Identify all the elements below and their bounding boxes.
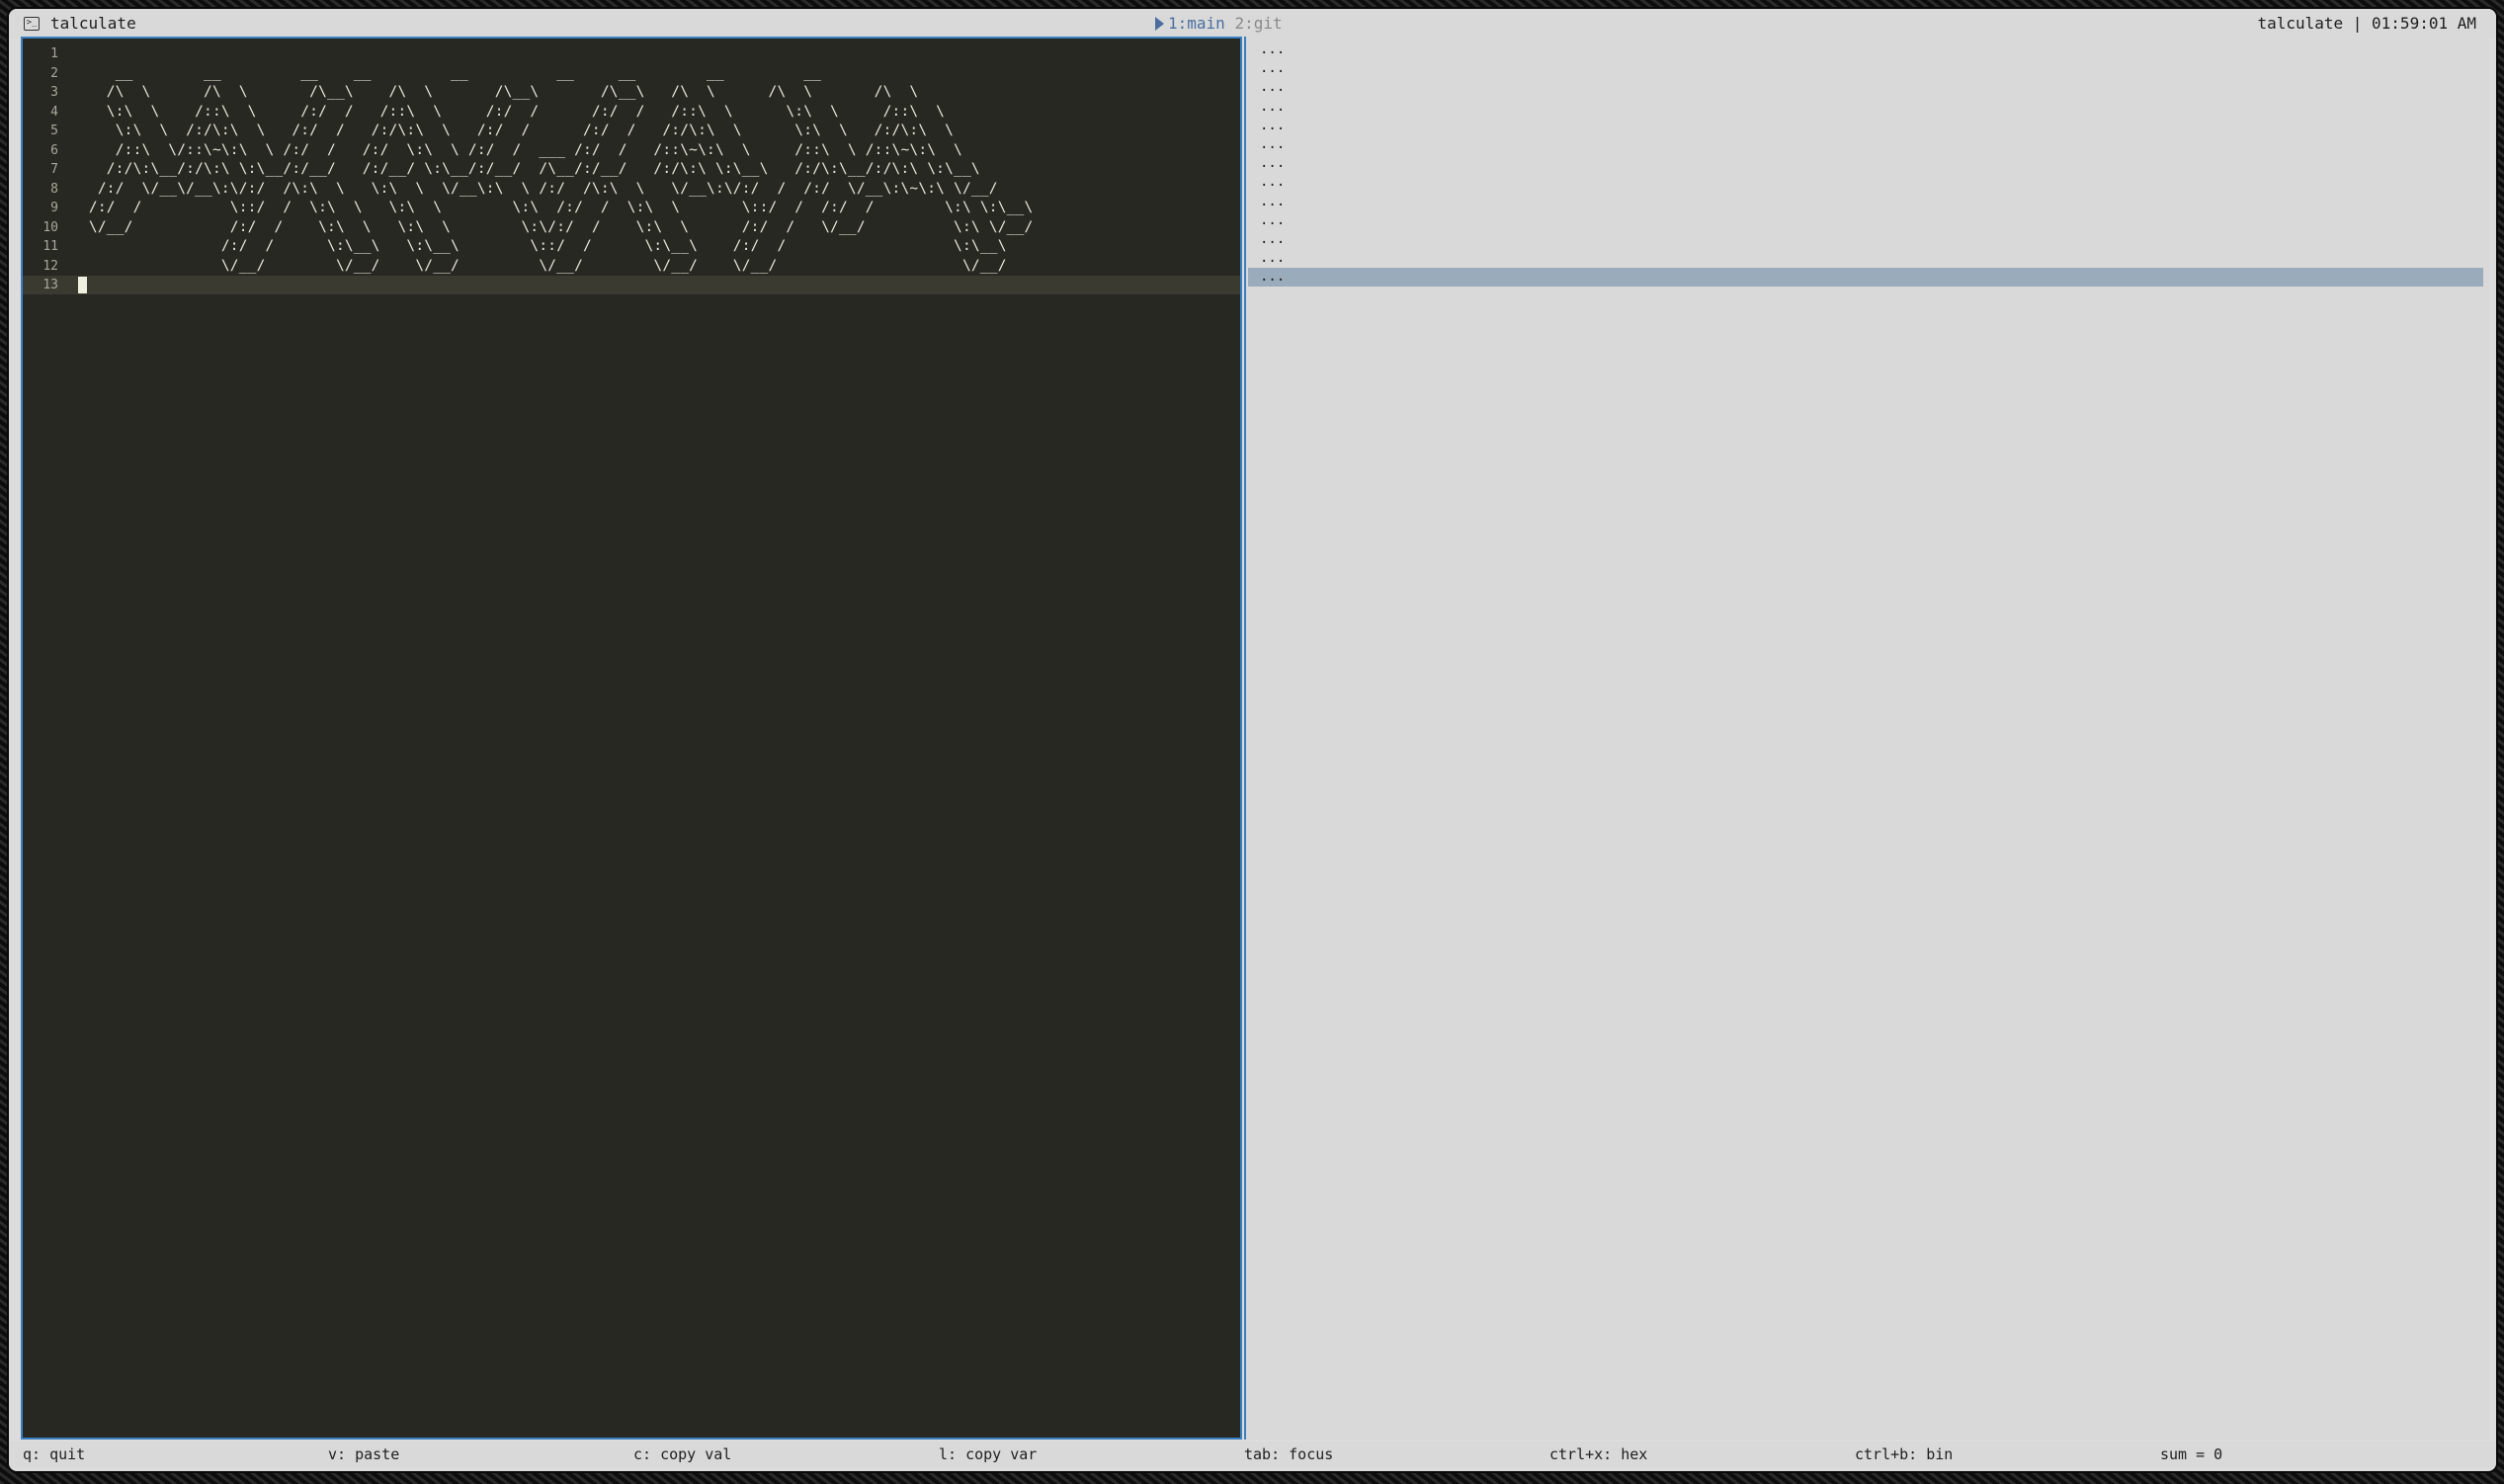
- editor-line[interactable]: 12 \/__/ \/__/ \/__/ \/__/ \/__/ \/__/ \…: [23, 257, 1240, 276]
- line-text: /::\ \/::\~\:\ \ /:/ / /:/ \:\ \ /:/ / _…: [80, 141, 962, 158]
- tab-main[interactable]: 1:main: [1168, 14, 1225, 33]
- result-line[interactable]: ...: [1260, 193, 1285, 211]
- result-line[interactable]: ...: [1260, 135, 1285, 154]
- line-number: 3: [50, 85, 58, 100]
- line-number: 5: [50, 124, 58, 138]
- editor-line[interactable]: 10 \/__/ /:/ / \:\ \ \:\ \ \:\/:/ / \:\ …: [23, 218, 1240, 237]
- keybinding-hint: l: copy var: [939, 1445, 1038, 1463]
- keybinding-hint: ctrl+x: hex: [1549, 1445, 1648, 1463]
- tab-git[interactable]: 2:git: [1234, 14, 1282, 33]
- keybinding-hint: q: quit: [23, 1445, 86, 1463]
- editor-line[interactable]: 1: [23, 44, 1240, 63]
- line-number: 11: [42, 239, 58, 254]
- result-line[interactable]: ...: [1260, 59, 1285, 78]
- keybinding-hint: tab: focus: [1244, 1445, 1334, 1463]
- editor-line[interactable]: 4 \:\ \ /::\ \ /:/ / /::\ \ /:/ / /:/ / …: [23, 103, 1240, 122]
- line-text: /:/ \/__\/__\:\/:/ /\:\ \ \:\ \ \/__\:\ …: [80, 180, 998, 197]
- line-number: 4: [50, 104, 58, 120]
- line-text: \:\ \ /:/\:\ \ /:/ / /:/\:\ \ /:/ / /:/ …: [80, 123, 955, 138]
- line-text: \:\ \ /::\ \ /:/ / /::\ \ /:/ / /:/ / /:…: [80, 103, 946, 120]
- line-text: \/__/ /:/ / \:\ \ \:\ \ \:\/:/ / \:\ \ /…: [80, 218, 1034, 235]
- editor-line[interactable]: 2 __ __ __ __ __ __ __ __ __: [23, 64, 1240, 83]
- terminal-icon: >_: [24, 17, 40, 31]
- result-line[interactable]: ...: [1260, 211, 1285, 230]
- result-line[interactable]: ...: [1260, 154, 1285, 173]
- result-line[interactable]: ...: [1260, 173, 1285, 192]
- line-number: 7: [50, 162, 58, 177]
- line-number: 2: [50, 65, 58, 81]
- editor-line[interactable]: 11 /:/ / \:\__\ \:\__\ \::/ / \:\__\ /:/…: [23, 237, 1240, 256]
- result-line[interactable]: ...: [1260, 249, 1285, 268]
- keybinding-statusbar: q: quit v: paste c: copy val l: copy var tab…: [9, 1442, 2496, 1467]
- expression-editor[interactable]: 12 __ __ __ __ __ __ __ __ __ 3 /\ \ /\ \…: [21, 37, 1242, 1440]
- result-line[interactable]: ...: [1260, 117, 1285, 135]
- keybinding-hint: v: paste: [328, 1445, 400, 1463]
- editor-line[interactable]: 5 \:\ \ /:/\:\ \ /:/ / /:/\:\ \ /:/ / /:…: [23, 122, 1240, 140]
- window-titlebar: >_ talculate 1:main 2:git talculate | 01…: [9, 9, 2496, 39]
- result-line[interactable]: ...: [1260, 230, 1285, 249]
- line-text: /:/\:\__/:/\:\ \:\__/:/__/ /:/__/ \:\__/…: [80, 161, 980, 177]
- editor-line[interactable]: 8 /:/ \/__\/__\:\/:/ /\:\ \ \:\ \ \/__\:…: [23, 180, 1240, 199]
- results-pane[interactable]: .......................................: [1244, 37, 2489, 1440]
- line-number: 9: [50, 201, 58, 215]
- editor-line[interactable]: 6 /::\ \/::\~\:\ \ /:/ / /:/ \:\ \ /:/ /…: [23, 141, 1240, 160]
- line-number: 1: [50, 46, 58, 61]
- line-text: /:/ / \:\__\ \:\__\ \::/ / \:\__\ /:/ / …: [80, 238, 1007, 254]
- text-cursor: [78, 277, 87, 293]
- result-line[interactable]: ...: [1260, 41, 1285, 59]
- line-number: 13: [42, 278, 58, 292]
- terminal-window: >_ talculate 1:main 2:git talculate | 01…: [7, 7, 2498, 1473]
- result-line[interactable]: ...: [1260, 98, 1285, 117]
- result-line[interactable]: ...: [1260, 78, 1285, 97]
- keybinding-hint: c: copy val: [633, 1445, 732, 1463]
- line-number: 8: [50, 181, 58, 197]
- editor-line[interactable]: 13: [23, 276, 1240, 294]
- editor-line[interactable]: 7 /:/\:\__/:/\:\ \:\__/:/__/ /:/__/ \:\_…: [23, 160, 1240, 179]
- tmux-tabs: 1:main 2:git: [1155, 14, 1283, 33]
- line-number: 10: [42, 219, 58, 235]
- line-number: 12: [42, 258, 58, 274]
- line-text: /:/ / \::/ / \:\ \ \:\ \ \:\ /:/ / \:\ \…: [80, 200, 1034, 215]
- line-text: /\ \ /\ \ /\__\ /\ \ /\__\ /\__\ /\ \ /\…: [80, 84, 919, 100]
- window-title: talculate: [50, 14, 136, 33]
- line-text: __ __ __ __ __ __ __ __ __: [80, 64, 822, 81]
- active-tab-arrow-icon: [1155, 17, 1164, 31]
- editor-line[interactable]: 9 /:/ / \::/ / \:\ \ \:\ \ \:\ /:/ / \:\…: [23, 199, 1240, 217]
- result-line[interactable]: ...: [1248, 268, 2483, 288]
- line-text: \/__/ \/__/ \/__/ \/__/ \/__/ \/__/ \/__…: [80, 257, 1007, 274]
- keybinding-hint: sum = 0: [2160, 1445, 2223, 1463]
- editor-line[interactable]: 3 /\ \ /\ \ /\__\ /\ \ /\__\ /\__\ /\ \ …: [23, 83, 1240, 102]
- status-clock: talculate | 01:59:01 AM: [2257, 14, 2476, 33]
- line-number: 6: [50, 142, 58, 158]
- keybinding-hint: ctrl+b: bin: [1855, 1445, 1954, 1463]
